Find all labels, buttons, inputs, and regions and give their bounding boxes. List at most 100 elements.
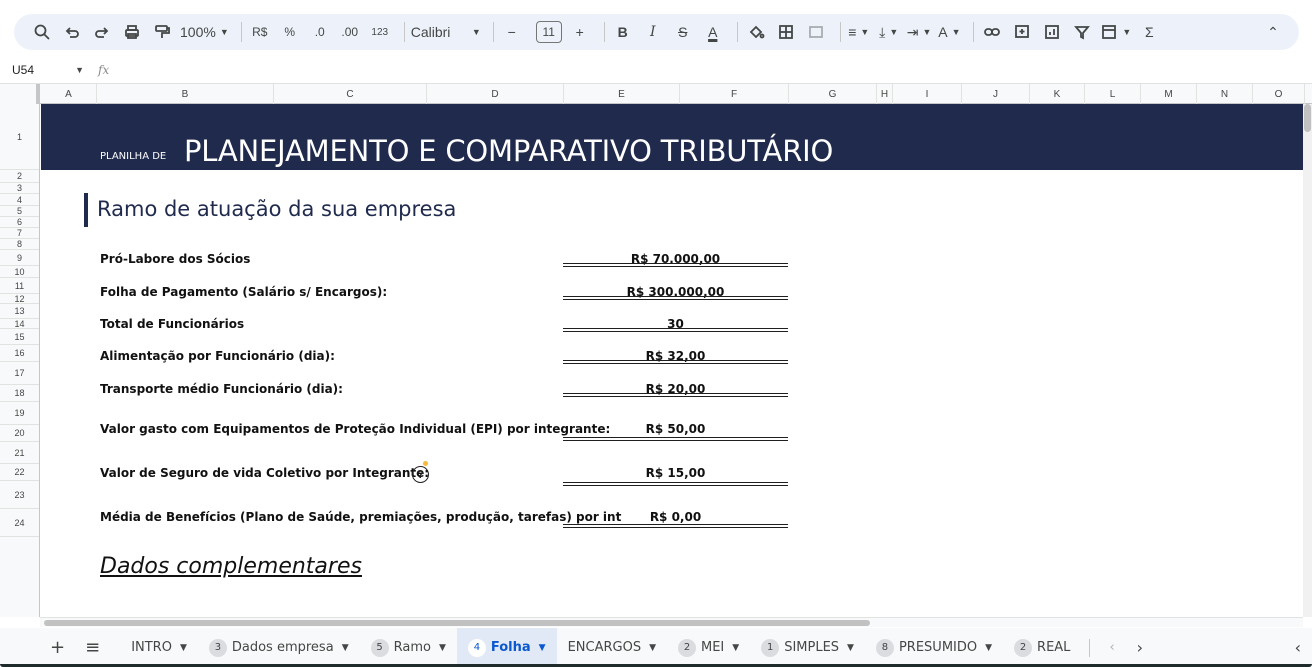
field-value[interactable]: R$ 0,00: [563, 510, 788, 524]
row-header[interactable]: 12: [0, 294, 39, 304]
row-header[interactable]: 7: [0, 228, 39, 239]
row-header[interactable]: 19: [0, 402, 39, 425]
column-header[interactable]: E: [564, 84, 680, 104]
sheet-tab-ramo[interactable]: 5 Ramo ▼: [360, 628, 457, 667]
vertical-scrollbar[interactable]: [1303, 104, 1312, 617]
filter-icon[interactable]: [1070, 18, 1094, 46]
row-header[interactable]: 14: [0, 319, 39, 329]
column-header[interactable]: L: [1085, 84, 1141, 104]
row-header[interactable]: 16: [0, 345, 39, 362]
scroll-tabs-right-icon[interactable]: ›: [1126, 628, 1154, 667]
row-header[interactable]: 3: [0, 183, 39, 194]
redo-icon[interactable]: [90, 18, 114, 46]
sheet-tab-simples[interactable]: 1 SIMPLES ▼: [750, 628, 865, 667]
strikethrough-icon[interactable]: S: [671, 18, 695, 46]
chevron-down-icon[interactable]: ▼: [539, 643, 546, 653]
row-header[interactable]: 24: [0, 509, 39, 537]
chevron-down-icon[interactable]: ▼: [847, 643, 854, 653]
column-header[interactable]: A: [41, 84, 97, 104]
help-icon[interactable]: ?: [412, 466, 429, 483]
column-header[interactable]: F: [680, 84, 789, 104]
vertical-align-icon[interactable]: ⤓ ▼: [877, 18, 901, 46]
bold-button[interactable]: B: [611, 18, 635, 46]
row-header[interactable]: 2: [0, 170, 39, 183]
row-header[interactable]: 6: [0, 217, 39, 228]
row-header[interactable]: 15: [0, 329, 39, 345]
row-header[interactable]: 22: [0, 464, 39, 481]
row-header[interactable]: 11: [0, 278, 39, 294]
field-value[interactable]: R$ 50,00: [563, 422, 788, 436]
column-header[interactable]: D: [427, 84, 564, 104]
insert-comment-icon[interactable]: [1010, 18, 1034, 46]
italic-button[interactable]: I: [641, 18, 665, 46]
insert-chart-icon[interactable]: [1040, 18, 1064, 46]
formula-input[interactable]: [109, 60, 1312, 80]
font-size-decrease-button[interactable]: −: [500, 18, 524, 46]
field-value[interactable]: R$ 15,00: [563, 466, 788, 480]
row-header[interactable]: 23: [0, 481, 39, 509]
sheet-grid[interactable]: PLANILHA DE PLANEJAMENTO E COMPARATIVO T…: [41, 104, 1303, 617]
sheet-tab-real[interactable]: 2 REAL: [1003, 628, 1081, 667]
increase-decimal-button[interactable]: .00: [338, 18, 362, 46]
undo-icon[interactable]: [60, 18, 84, 46]
column-header[interactable]: I: [893, 84, 962, 104]
chevron-down-icon[interactable]: ▼: [732, 643, 739, 653]
collapse-side-panel-icon[interactable]: ‹: [1284, 628, 1312, 667]
name-box[interactable]: U54 ▼: [0, 63, 90, 77]
column-header[interactable]: J: [962, 84, 1030, 104]
sheet-tab-dados-empresa[interactable]: 3 Dados empresa ▼: [198, 628, 360, 667]
select-all-corner[interactable]: [0, 84, 40, 104]
sheet-tab-intro[interactable]: INTRO ▼: [120, 628, 198, 667]
row-header[interactable]: 17: [0, 362, 39, 385]
collapse-toolbar-icon[interactable]: ⌃: [1261, 18, 1285, 46]
insert-link-icon[interactable]: [980, 18, 1004, 46]
horizontal-scrollbar[interactable]: [40, 617, 1303, 627]
row-header[interactable]: 4: [0, 194, 39, 206]
row-header[interactable]: 21: [0, 442, 39, 464]
print-icon[interactable]: [120, 18, 144, 46]
chevron-down-icon[interactable]: ▼: [342, 643, 349, 653]
vertical-scroll-thumb[interactable]: [1304, 104, 1311, 132]
column-header[interactable]: B: [97, 84, 274, 104]
sheet-tab-mei[interactable]: 2 MEI ▼: [667, 628, 750, 667]
zoom-select[interactable]: 100% ▼: [180, 18, 229, 46]
row-header[interactable]: 1: [0, 104, 39, 170]
chevron-down-icon[interactable]: ▼: [439, 643, 446, 653]
search-menus-icon[interactable]: [30, 18, 54, 46]
more-formats-button[interactable]: 123: [368, 18, 392, 46]
chevron-down-icon[interactable]: ▼: [649, 643, 656, 653]
row-header[interactable]: 18: [0, 385, 39, 402]
column-header[interactable]: K: [1030, 84, 1085, 104]
font-size-increase-button[interactable]: +: [568, 18, 592, 46]
text-color-button[interactable]: A: [701, 18, 725, 46]
currency-format-button[interactable]: R$: [248, 18, 272, 46]
sheet-tab-encargos[interactable]: ENCARGOS ▼: [557, 628, 667, 667]
percent-format-button[interactable]: %: [278, 18, 302, 46]
column-header[interactable]: C: [274, 84, 427, 104]
column-header[interactable]: O: [1253, 84, 1305, 104]
chevron-down-icon[interactable]: ▼: [985, 643, 992, 653]
row-header[interactable]: 8: [0, 239, 39, 250]
fill-color-icon[interactable]: [744, 18, 768, 46]
column-header[interactable]: G: [789, 84, 877, 104]
text-rotation-icon[interactable]: A ▼: [937, 18, 961, 46]
add-sheet-button[interactable]: +: [0, 628, 79, 667]
font-select[interactable]: Calibri ▼: [411, 18, 481, 46]
row-header[interactable]: 20: [0, 425, 39, 442]
horizontal-scroll-thumb[interactable]: [44, 620, 870, 626]
font-size-input[interactable]: 11: [535, 21, 562, 43]
scroll-tabs-left-icon[interactable]: ‹: [1098, 628, 1125, 667]
row-header[interactable]: 9: [0, 250, 39, 266]
row-header[interactable]: 10: [0, 266, 39, 278]
row-header[interactable]: 5: [0, 206, 39, 217]
functions-icon[interactable]: Σ: [1137, 18, 1161, 46]
borders-icon[interactable]: [774, 18, 798, 46]
filter-views-icon[interactable]: ▼: [1100, 18, 1131, 46]
sheet-tab-folha[interactable]: 4 Folha ▼: [456, 628, 557, 667]
column-header[interactable]: M: [1141, 84, 1197, 104]
column-header[interactable]: N: [1197, 84, 1253, 104]
paint-format-icon[interactable]: [150, 18, 174, 46]
sheet-tab-presumido[interactable]: 8 PRESUMIDO ▼: [865, 628, 1003, 667]
text-wrap-icon[interactable]: ⇥ ▼: [907, 18, 932, 46]
merge-cells-icon[interactable]: [804, 18, 828, 46]
